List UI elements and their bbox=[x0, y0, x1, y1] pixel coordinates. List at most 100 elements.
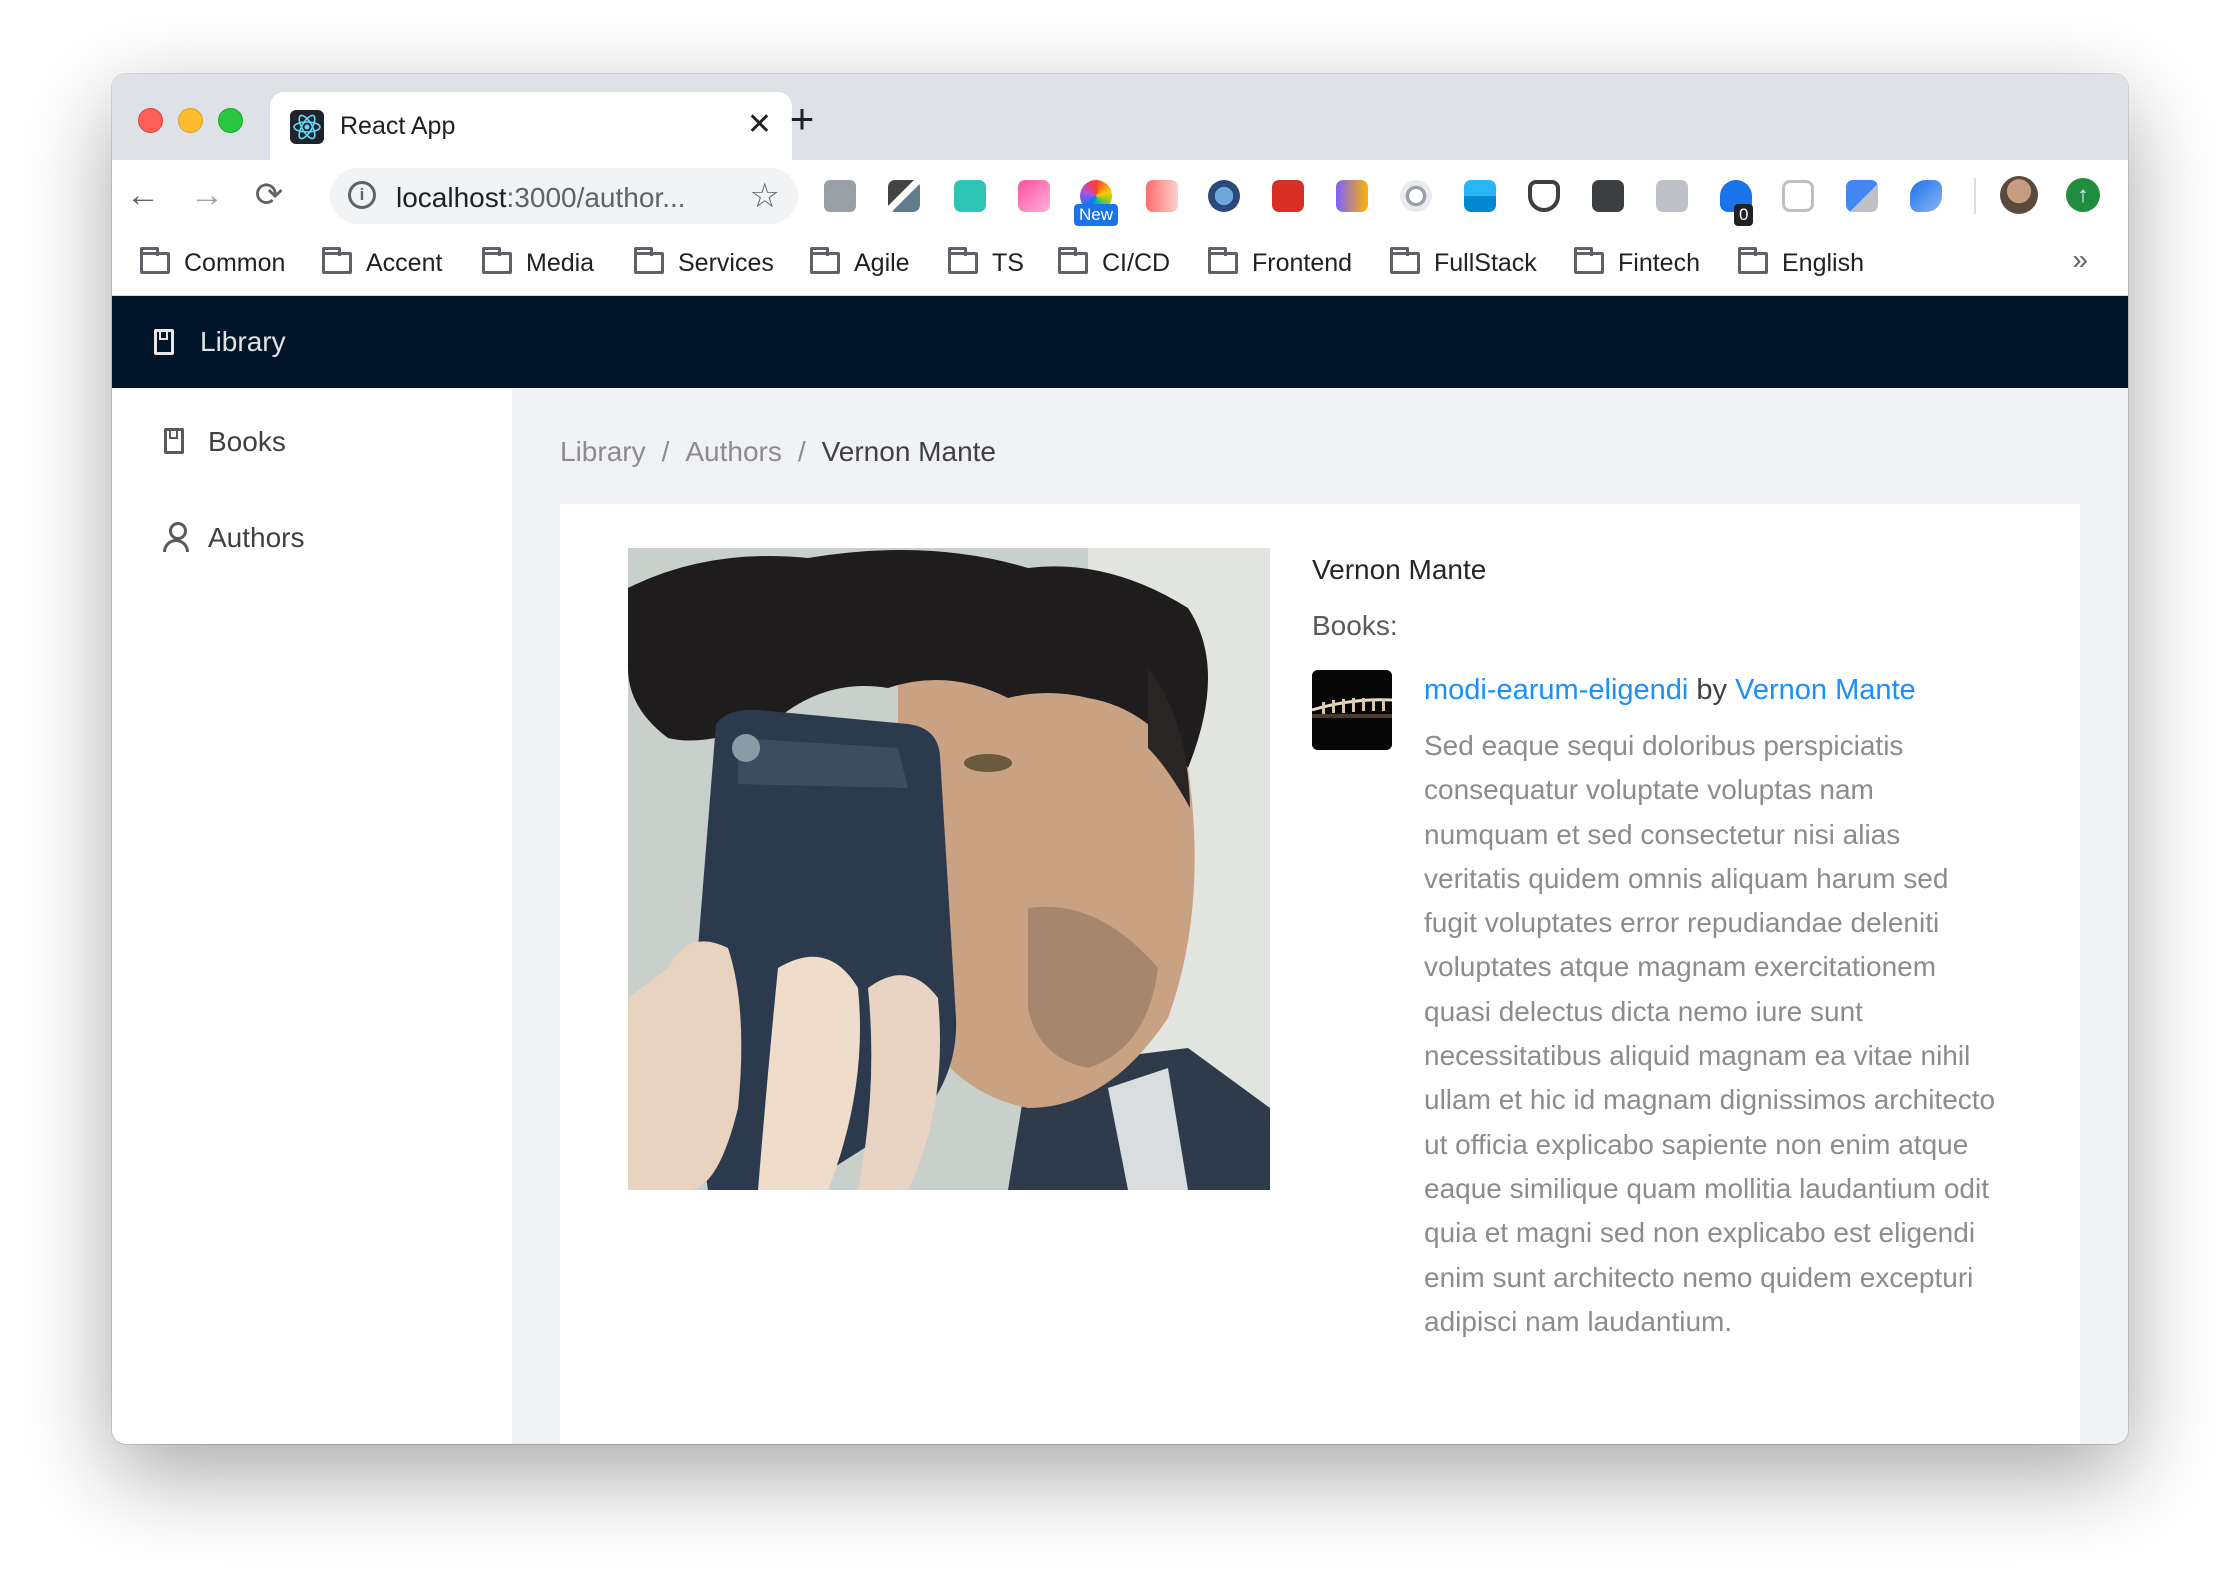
bookmark-label: Frontend bbox=[1252, 249, 1353, 277]
bookmark-label: FullStack bbox=[1434, 249, 1537, 277]
bookmark-label: Accent bbox=[366, 249, 443, 277]
translate-icon[interactable] bbox=[1846, 180, 1878, 212]
camera-extension-icon[interactable] bbox=[824, 180, 856, 212]
folder-icon bbox=[1058, 247, 1088, 274]
tab-close-icon[interactable]: ✕ bbox=[747, 108, 772, 142]
bookmark-folder-accent[interactable]: Accent bbox=[322, 246, 442, 280]
breadcrumb-separator: / bbox=[661, 436, 670, 467]
tab-bar: React App ✕ + bbox=[112, 74, 2128, 160]
new-tab-button[interactable]: + bbox=[772, 94, 832, 144]
bookmark-folder-media[interactable]: Media bbox=[482, 246, 594, 280]
bookmarks-bar: Common Accent Media Services Agile TS CI… bbox=[112, 230, 2128, 296]
author-card: Vernon Mante Books: modi-earum-eligendi … bbox=[560, 504, 2080, 1444]
folder-icon bbox=[1738, 247, 1768, 274]
book-description: Sed eaque sequi doloribus perspiciatis c… bbox=[1424, 730, 1996, 1337]
folder-icon bbox=[1208, 247, 1238, 274]
bookmark-label: CI/CD bbox=[1102, 249, 1171, 277]
breadcrumb: Library / Authors / Vernon Mante bbox=[560, 436, 996, 468]
chat-extension-icon[interactable] bbox=[1656, 180, 1688, 212]
folder-icon bbox=[948, 247, 978, 274]
browser-window: React App ✕ + ← → ⟳ i localhost:3000/aut… bbox=[112, 74, 2128, 1444]
close-window-button[interactable] bbox=[138, 108, 163, 133]
book-icon bbox=[164, 428, 184, 454]
main-content: Library / Authors / Vernon Mante Vernon … bbox=[512, 388, 2128, 1444]
hexagon-extension-icon[interactable] bbox=[1782, 180, 1814, 212]
target-extension-icon[interactable] bbox=[1400, 180, 1432, 212]
app-title[interactable]: Library bbox=[200, 326, 286, 358]
folder-icon bbox=[1390, 247, 1420, 274]
reload-button[interactable]: ⟳ bbox=[246, 172, 292, 218]
bookmark-label: Common bbox=[184, 249, 286, 277]
app-header: Library bbox=[112, 296, 2128, 388]
bookmark-label: Agile bbox=[854, 249, 910, 277]
forward-button[interactable]: → bbox=[184, 172, 230, 218]
profile-avatar[interactable] bbox=[2000, 176, 2038, 214]
eyedropper-extension-icon[interactable] bbox=[888, 180, 920, 212]
folder-icon bbox=[140, 247, 170, 274]
bookmark-folder-common[interactable]: Common bbox=[140, 246, 285, 280]
book-cover-thumbnail[interactable] bbox=[1312, 670, 1392, 750]
bookmark-folder-agile[interactable]: Agile bbox=[810, 246, 910, 280]
react-logo-icon bbox=[290, 110, 324, 144]
bookmark-folder-cicd[interactable]: CI/CD bbox=[1058, 246, 1170, 280]
bookmark-label: Media bbox=[526, 249, 595, 277]
new-badge: New bbox=[1074, 204, 1119, 226]
react-devtools-icon[interactable] bbox=[1272, 180, 1304, 212]
bookmarks-overflow-icon[interactable]: » bbox=[2072, 244, 2088, 276]
author-name: Vernon Mante bbox=[1312, 554, 1487, 585]
book-author-link[interactable]: Vernon Mante bbox=[1735, 674, 1916, 706]
author-photo bbox=[628, 548, 1270, 1190]
feather-extension-icon[interactable] bbox=[1910, 180, 1942, 212]
bookmark-folder-fintech[interactable]: Fintech bbox=[1574, 246, 1700, 280]
x-extension-icon[interactable] bbox=[1592, 180, 1624, 212]
toolbar-divider bbox=[1974, 178, 1976, 214]
bookmark-folder-fullstack[interactable]: FullStack bbox=[1390, 246, 1537, 280]
count-badge: 0 bbox=[1734, 204, 1754, 226]
color-extension-icon[interactable] bbox=[1018, 180, 1050, 212]
back-button[interactable]: ← bbox=[120, 172, 166, 218]
folder-icon bbox=[482, 247, 512, 274]
book-icon bbox=[154, 329, 174, 355]
sidebar: Books Authors bbox=[112, 388, 512, 1444]
code-extension-icon[interactable] bbox=[1336, 180, 1368, 212]
bookmark-star-icon[interactable]: ☆ bbox=[750, 176, 780, 216]
update-arrow-icon[interactable]: ↑ bbox=[2066, 178, 2100, 212]
url-path: :3000/author... bbox=[506, 182, 686, 213]
breadcrumb-current: Vernon Mante bbox=[821, 436, 996, 467]
bookmark-folder-english[interactable]: English bbox=[1738, 246, 1864, 280]
bookmark-label: TS bbox=[992, 249, 1024, 277]
url-host: localhost bbox=[396, 182, 507, 213]
maximize-window-button[interactable] bbox=[218, 108, 243, 133]
sidebar-item-books[interactable]: Books bbox=[112, 410, 512, 474]
folder-icon bbox=[810, 247, 840, 274]
sidebar-item-authors[interactable]: Authors bbox=[112, 506, 512, 570]
book-title-line: modi-earum-eligendi by Vernon Mante bbox=[1424, 674, 1916, 707]
address-bar[interactable]: i localhost:3000/author... ☆ bbox=[330, 168, 798, 224]
books-label: Books: bbox=[1312, 610, 1398, 641]
breadcrumb-authors[interactable]: Authors bbox=[685, 436, 782, 467]
folder-icon bbox=[1574, 247, 1604, 274]
breadcrumb-separator: / bbox=[797, 436, 806, 467]
bookmark-label: Services bbox=[678, 249, 774, 277]
arrow-extension-icon[interactable] bbox=[1146, 180, 1178, 212]
sidebar-item-label: Authors bbox=[208, 522, 305, 553]
minimize-window-button[interactable] bbox=[178, 108, 203, 133]
by-label: by bbox=[1696, 674, 1728, 706]
folder-icon bbox=[634, 247, 664, 274]
folder-icon bbox=[322, 247, 352, 274]
book-title-link[interactable]: modi-earum-eligendi bbox=[1424, 674, 1688, 706]
refresh-extension-icon[interactable] bbox=[954, 180, 986, 212]
breadcrumb-library[interactable]: Library bbox=[560, 436, 646, 467]
user-icon bbox=[162, 522, 190, 552]
bookmark-folder-frontend[interactable]: Frontend bbox=[1208, 246, 1352, 280]
browser-toolbar: ← → ⟳ i localhost:3000/author... ☆ New 0… bbox=[112, 160, 2128, 230]
circle-extension-icon[interactable] bbox=[1208, 180, 1240, 212]
bookmark-folder-ts[interactable]: TS bbox=[948, 246, 1024, 280]
bookmark-label: English bbox=[1782, 249, 1864, 277]
pocket-icon[interactable] bbox=[1528, 180, 1560, 212]
tab-title: React App bbox=[340, 112, 456, 140]
window-extension-icon[interactable] bbox=[1464, 180, 1496, 212]
site-info-icon[interactable]: i bbox=[348, 181, 376, 209]
browser-tab[interactable]: React App ✕ bbox=[270, 92, 792, 160]
bookmark-folder-services[interactable]: Services bbox=[634, 246, 774, 280]
